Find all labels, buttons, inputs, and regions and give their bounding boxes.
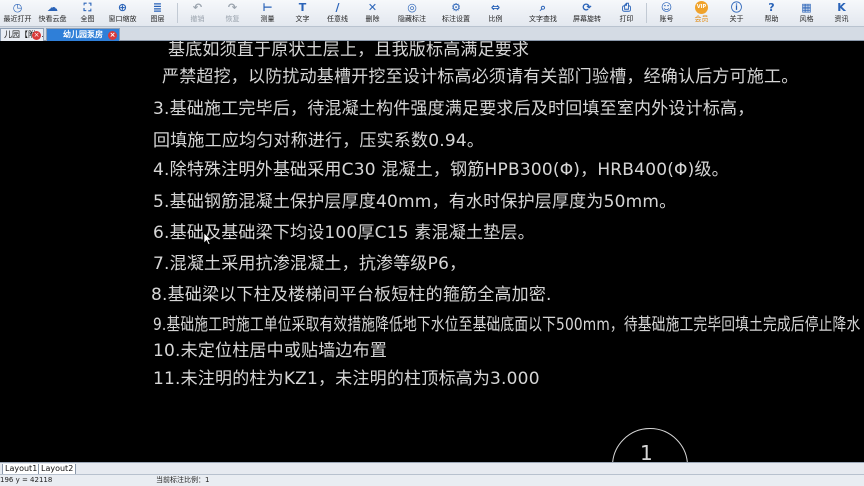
text-label: 文字 [295, 15, 310, 23]
toolbar-gap [513, 0, 521, 26]
tab-label: 幼儿园泵房 [63, 30, 103, 39]
measure-label: 测量 [260, 15, 275, 23]
scale-label: 比例 [488, 15, 503, 23]
hide-annotation-button[interactable]: ◎ 隐藏标注 [390, 0, 434, 26]
about-label: 关于 [729, 15, 744, 23]
undo-icon: ↶ [192, 1, 203, 14]
account-icon: ☺ [660, 1, 673, 14]
screen-rotate-label: 屏幕旋转 [573, 15, 601, 23]
scale-button[interactable]: ⇔ 比例 [478, 0, 513, 26]
rotate-icon: ⟳ [582, 1, 592, 14]
measure-icon: ⊢ [262, 1, 273, 14]
zoom-window-icon: ⊕ [117, 1, 128, 14]
news-icon: K [837, 1, 846, 14]
freeline-label: 任意线 [327, 15, 348, 23]
note-line: 严禁超挖，以防扰动基槽开挖至设计标高必须请有关部门验槽，经确认后方可施工。 [162, 67, 799, 87]
redo-button[interactable]: ↷ 恢复 [215, 0, 250, 26]
print-icon: ⎙ [622, 1, 631, 14]
recent-open-button[interactable]: ◷ 最近打开 [0, 0, 35, 26]
tab-kindergarten-pump-room[interactable]: 幼儿园泵房 × [46, 28, 120, 41]
cursor-coordinates: 196 y = 42118 [0, 476, 53, 484]
mouse-cursor-icon [204, 233, 212, 245]
layout-tab-bar: Layout1 Layout2 [0, 462, 864, 475]
fit-all-button[interactable]: ⛶ 全图 [70, 0, 105, 26]
news-label: 资讯 [834, 15, 849, 23]
note-line: 3.基础施工完毕后，待混凝土构件强度满足要求后及时回填至室内外设计标高， [153, 99, 755, 119]
account-label: 账号 [659, 15, 674, 23]
vip-icon: VIP [695, 1, 708, 14]
note-line: 10.未定位柱居中或贴墙边布置 [153, 341, 388, 361]
hide-annotation-icon: ◎ [407, 1, 417, 14]
cloud-drive-label: 快看云盘 [38, 15, 67, 23]
close-icon[interactable]: × [32, 31, 41, 40]
note-line: 回填施工应均匀对称进行，压实系数0.94。 [153, 131, 485, 151]
window-zoom-label: 窗口缩放 [108, 15, 137, 23]
delete-button[interactable]: ✕ 删除 [355, 0, 390, 26]
annotation-scale-status: 当前标注比例：1 [156, 476, 210, 484]
tab-kindergarten-attached[interactable]: 儿园【附… × [0, 28, 44, 41]
line-icon: ∕ [335, 1, 340, 14]
account-button[interactable]: ☺ 账号 [649, 0, 684, 26]
text-button[interactable]: T 文字 [285, 0, 320, 26]
vip-label: 会员 [694, 15, 709, 23]
screen-rotate-button[interactable]: ⟳ 屏幕旋转 [565, 0, 609, 26]
measure-button[interactable]: ⊢ 测量 [250, 0, 285, 26]
delete-label: 删除 [365, 15, 380, 23]
print-button[interactable]: ⎙ 打印 [609, 0, 644, 26]
note-line: 7.混凝土采用抗渗混凝土，抗渗等级P6， [153, 254, 467, 274]
annotation-settings-icon: ⚙ [451, 1, 461, 14]
scale-icon: ⇔ [490, 1, 501, 14]
text-search-label: 文字查找 [529, 15, 557, 23]
window-zoom-button[interactable]: ⊕ 窗口缩放 [105, 0, 140, 26]
about-button[interactable]: ⓘ 关于 [719, 0, 754, 26]
close-icon[interactable]: × [108, 31, 117, 40]
detail-circle-number: 1 [640, 441, 653, 462]
undo-button[interactable]: ↶ 撤销 [180, 0, 215, 26]
news-button[interactable]: K 资讯 [824, 0, 859, 26]
freeline-button[interactable]: ∕ 任意线 [320, 0, 355, 26]
fit-all-label: 全图 [80, 15, 95, 23]
layers-icon: ≣ [152, 1, 163, 14]
main-toolbar: ◷ 最近打开 ☁ 快看云盘 ⛶ 全图 ⊕ 窗口缩放 ≣ 图层 ↶ 撤销 ↷ 恢复… [0, 0, 864, 27]
layers-label: 图层 [150, 15, 165, 23]
note-line: 9.基础施工时施工单位采取有效措施降低地下水位至基础底面以下500mm，待基础施… [153, 315, 861, 335]
recent-open-label: 最近打开 [3, 15, 32, 23]
toolbar-divider [177, 3, 178, 23]
help-icon: ? [768, 1, 775, 14]
style-label: 风格 [799, 15, 814, 23]
info-icon: ⓘ [731, 1, 742, 14]
undo-label: 撤销 [190, 15, 205, 23]
help-label: 帮助 [764, 15, 779, 23]
text-icon: T [298, 1, 307, 14]
cloud-drive-button[interactable]: ☁ 快看云盘 [35, 0, 70, 26]
hide-annotation-label: 隐藏标注 [398, 15, 426, 23]
print-label: 打印 [619, 15, 634, 23]
note-line: 11.未注明的柱为KZ1，未注明的柱顶标高为3.000 [153, 369, 540, 389]
fit-icon: ⛶ [83, 1, 92, 14]
cloud-icon: ☁ [47, 1, 58, 14]
vip-button[interactable]: VIP 会员 [684, 0, 719, 26]
style-button[interactable]: ▦ 风格 [789, 0, 824, 26]
text-search-button[interactable]: ⌕ 文字查找 [521, 0, 565, 26]
drawing-canvas[interactable]: 基底如须直于原状土层上，且我版标高满足要求 严禁超挖，以防扰动基槽开挖至设计标高… [0, 41, 864, 462]
note-line: 基底如须直于原状土层上，且我版标高满足要求 [168, 41, 530, 60]
text-search-icon: ⌕ [539, 1, 547, 14]
annotation-settings-button[interactable]: ⚙ 标注设置 [434, 0, 478, 26]
annotation-settings-label: 标注设置 [442, 15, 470, 23]
style-icon: ▦ [801, 1, 812, 14]
document-tab-bar: 儿园【附… × 幼儿园泵房 × [0, 27, 864, 41]
note-line: 5.基础钢筋混凝土保护层厚度40mm，有水时保护层厚度为50mm。 [153, 192, 677, 212]
note-line: 4.除特殊注明外基础采用C30 混凝土，钢筋HPB300(Φ)，HRB400(Φ… [153, 160, 729, 180]
help-button[interactable]: ? 帮助 [754, 0, 789, 26]
note-line: 8.基础梁以下柱及楼梯间平台板短柱的箍筋全高加密. [151, 285, 552, 305]
toolbar-divider [646, 3, 647, 23]
layers-button[interactable]: ≣ 图层 [140, 0, 175, 26]
delete-icon: ✕ [367, 1, 378, 14]
status-bar: 196 y = 42118 当前标注比例：1 [0, 474, 864, 486]
redo-icon: ↷ [227, 1, 238, 14]
redo-label: 恢复 [225, 15, 240, 23]
clock-icon: ◷ [12, 1, 23, 14]
